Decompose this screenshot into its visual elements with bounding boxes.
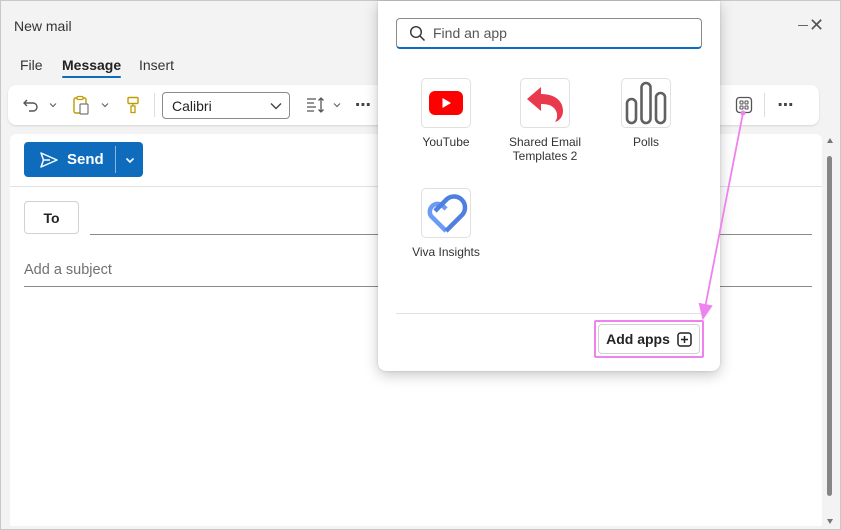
apps-button[interactable] [734,95,754,115]
window-title: New mail [14,18,72,34]
apps-grid-icon [735,96,753,114]
add-apps-label: Add apps [606,331,670,347]
paste-dropdown[interactable] [100,95,110,115]
mail-window: New mail ✕ File Message Insert Calibri ⋯… [0,0,841,530]
chevron-down-icon [125,157,134,163]
ribbon-divider [764,93,765,117]
app-viva-insights[interactable]: Viva Insights [396,188,496,259]
line-spacing-icon [307,97,324,113]
app-youtube[interactable]: YouTube [396,78,496,149]
scrollbar[interactable] [824,134,836,526]
font-name-value: Calibri [172,97,212,114]
app-label: Viva Insights [412,245,480,259]
send-button-group: Send [24,142,143,177]
add-apps-button[interactable]: Add apps [598,324,700,354]
chevron-down-icon [49,103,57,108]
app-label: Polls [632,135,659,149]
app-polls[interactable]: Polls [596,78,696,149]
shared-email-templates-icon [520,78,570,128]
paste-button[interactable] [72,95,90,115]
app-label-line1: Shared Email [508,135,582,149]
app-label: Shared Email Templates 2 [495,135,595,163]
subject-input[interactable]: Add a subject [24,262,112,278]
tab-file[interactable]: File [20,57,43,73]
undo-icon [23,99,38,112]
line-spacing-dropdown[interactable] [332,95,342,115]
clipboard-icon [73,95,89,115]
scroll-down-icon[interactable] [827,519,833,524]
search-icon [409,25,426,41]
to-button[interactable]: To [24,201,79,234]
chevron-down-icon [270,103,282,110]
send-options-dropdown[interactable] [116,142,143,177]
line-spacing-button[interactable] [306,95,326,115]
app-shared-email-templates[interactable]: Shared Email Templates 2 [495,78,595,163]
ribbon-divider [154,93,155,117]
send-button[interactable]: Send [24,142,115,177]
viva-insights-icon [421,188,471,238]
minimize-icon[interactable] [798,25,808,26]
more-options-icon[interactable]: ⋯ [776,95,796,115]
tab-message[interactable]: Message [62,57,122,78]
find-app-search[interactable] [396,18,702,49]
format-painter-icon [127,96,139,114]
popup-divider [396,313,702,314]
scroll-up-icon[interactable] [827,138,833,143]
chevron-down-icon [101,103,109,108]
send-icon [40,151,58,168]
find-app-input[interactable] [433,25,693,41]
format-painter-button[interactable] [126,95,140,115]
tab-insert[interactable]: Insert [139,57,174,73]
app-label: YouTube [422,135,470,149]
chevron-down-icon [333,103,341,108]
apps-popup: YouTube Shared Email Templates 2 Polls V… [378,1,720,371]
more-options-icon[interactable]: ⋯ [355,95,371,115]
undo-button[interactable] [22,95,40,115]
plus-box-icon [677,331,692,347]
undo-dropdown[interactable] [48,95,58,115]
font-name-select[interactable]: Calibri [162,92,290,119]
popup-pointer [720,97,728,111]
polls-icon [621,78,671,128]
youtube-icon [421,78,471,128]
app-label-line2: Templates 2 [512,149,578,163]
scroll-thumb[interactable] [827,156,832,496]
close-icon[interactable]: ✕ [809,16,824,34]
send-label: Send [67,151,104,168]
